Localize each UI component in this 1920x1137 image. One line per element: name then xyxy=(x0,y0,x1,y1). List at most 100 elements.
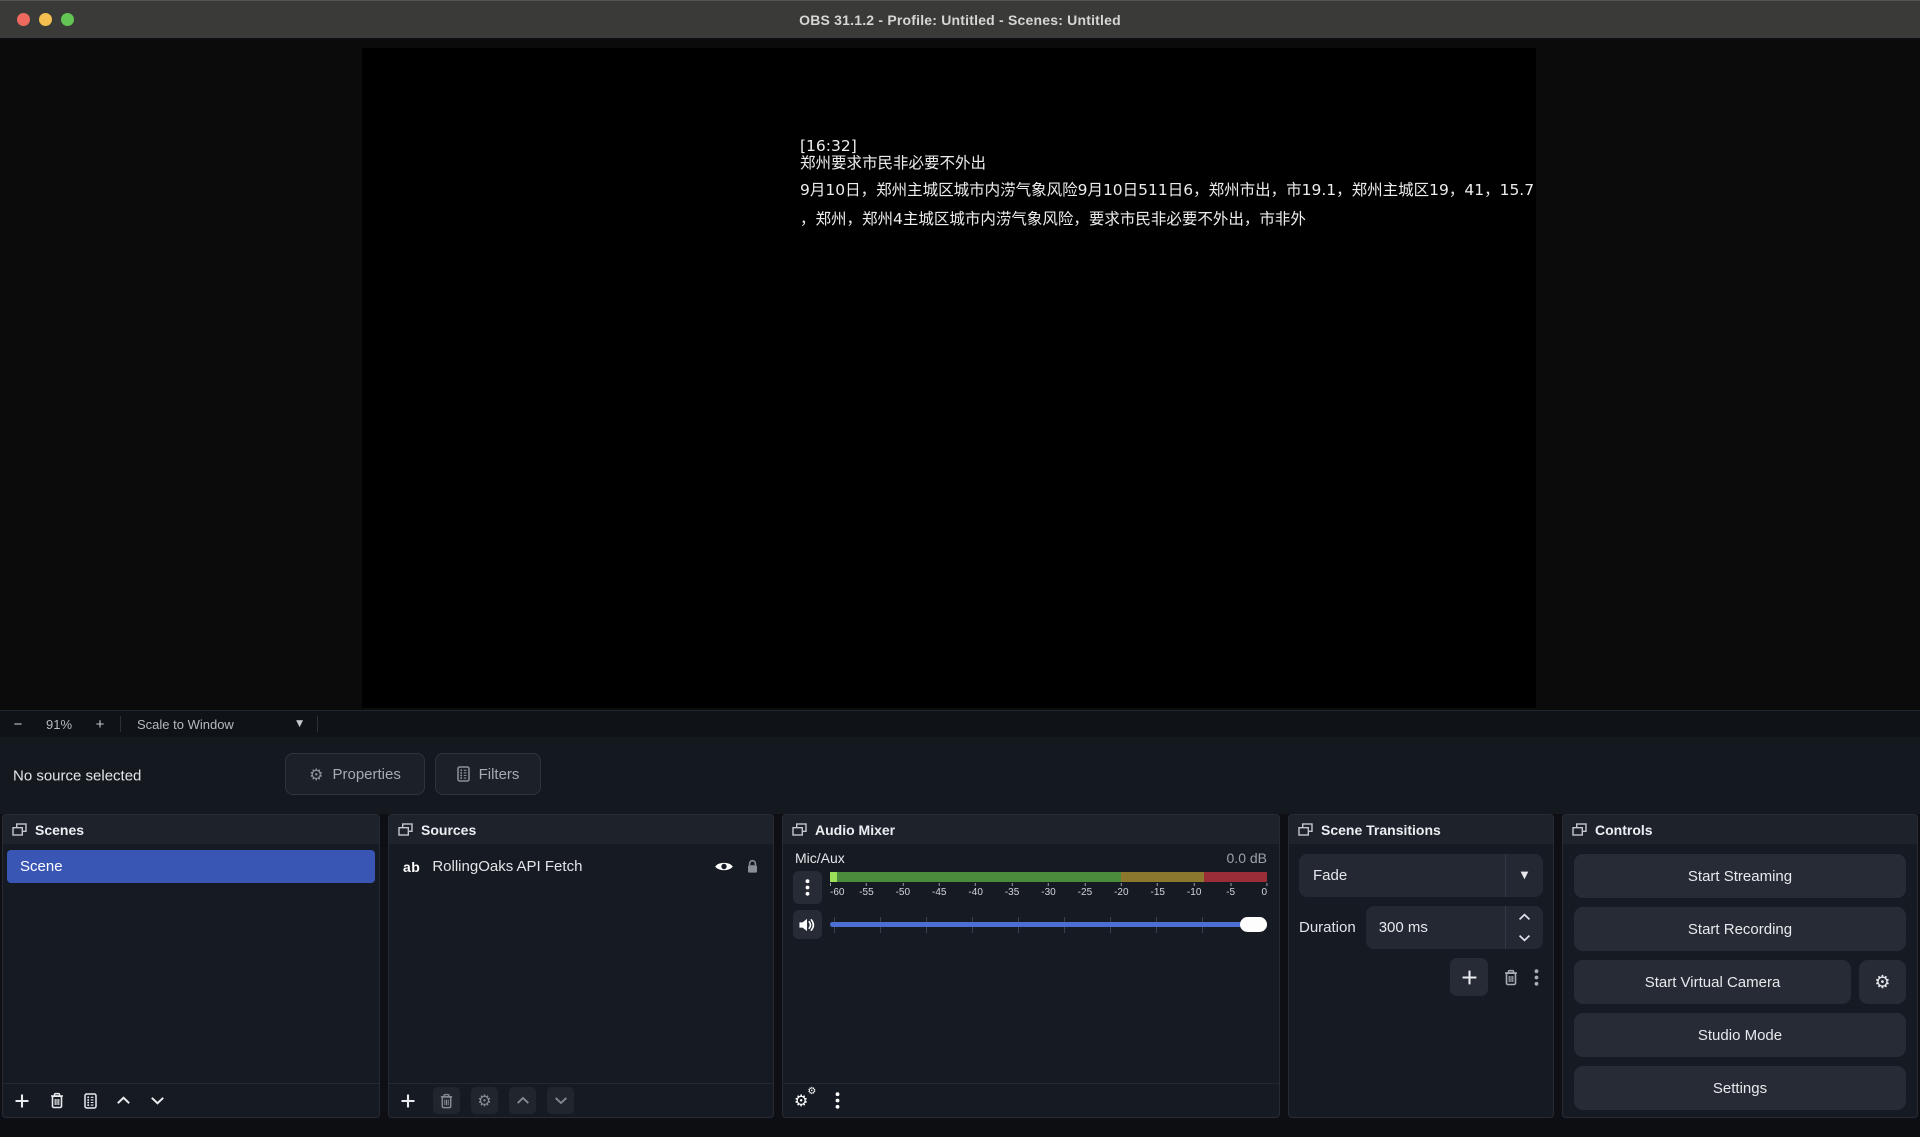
meter-red-segment xyxy=(1204,872,1267,882)
scene-transitions-body: Fade ▼ Duration 300 ms xyxy=(1289,844,1553,1117)
meter-bar xyxy=(830,872,1267,882)
slider-handle[interactable] xyxy=(1240,917,1267,932)
dock-icon xyxy=(792,823,807,836)
source-toolbar: No source selected ⚙ Properties Filters xyxy=(0,737,1920,814)
move-source-up-button[interactable] xyxy=(509,1087,536,1114)
sources-list: ab RollingOaks API Fetch xyxy=(389,844,773,1083)
maximize-button[interactable] xyxy=(61,13,74,26)
transition-dropdown[interactable]: Fade ▼ xyxy=(1299,854,1543,897)
settings-button[interactable]: Settings xyxy=(1574,1066,1906,1110)
audio-mixer-panel-header[interactable]: Audio Mixer xyxy=(783,815,1279,844)
zoom-in-button[interactable]: + xyxy=(82,716,118,733)
filters-button[interactable]: Filters xyxy=(435,753,541,795)
duration-increment-button[interactable] xyxy=(1506,906,1543,928)
start-recording-button[interactable]: Start Recording xyxy=(1574,907,1906,951)
lock-icon[interactable] xyxy=(746,859,759,874)
gear-icon: ⚙ xyxy=(309,765,323,784)
window-title: OBS 31.1.2 - Profile: Untitled - Scenes:… xyxy=(799,12,1121,28)
dock-icon xyxy=(398,823,413,836)
meter-yellow-segment xyxy=(1121,872,1204,882)
slider-track[interactable] xyxy=(830,922,1267,927)
move-scene-down-button[interactable] xyxy=(150,1096,165,1105)
channel-volume-db: 0.0 dB xyxy=(1227,850,1267,866)
dock-icon xyxy=(12,823,27,836)
duration-label: Duration xyxy=(1299,919,1356,936)
move-source-down-button[interactable] xyxy=(547,1087,574,1114)
sources-panel-title: Sources xyxy=(421,822,476,838)
zoom-level: 91% xyxy=(36,717,82,732)
audio-mixer-panel-title: Audio Mixer xyxy=(815,822,895,838)
obs-window: OBS 31.1.2 - Profile: Untitled - Scenes:… xyxy=(0,0,1920,1137)
separator xyxy=(317,716,318,732)
mute-speaker-button[interactable] xyxy=(793,910,822,939)
controls-body: Start Streaming Start Recording Start Vi… xyxy=(1563,844,1917,1117)
chevron-down-icon: ▼ xyxy=(296,719,303,729)
zoom-out-button[interactable]: − xyxy=(0,716,36,733)
scene-item-label: Scene xyxy=(20,858,63,875)
sources-toolbar: ⚙ xyxy=(389,1083,773,1117)
move-scene-up-button[interactable] xyxy=(116,1096,131,1105)
overlay-line: [16:32] xyxy=(800,138,1534,155)
add-source-button[interactable] xyxy=(400,1093,416,1109)
preview-area: [16:32] 郑州要求市民非必要不外出 9月10日，郑州主城区城市内涝气象风险… xyxy=(0,39,1920,710)
scene-transitions-panel-header[interactable]: Scene Transitions xyxy=(1289,815,1553,844)
preview-canvas[interactable]: [16:32] 郑州要求市民非必要不外出 9月10日，郑州主城区城市内涝气象风险… xyxy=(362,48,1536,708)
properties-button[interactable]: ⚙ Properties xyxy=(285,753,425,795)
transition-properties-button[interactable] xyxy=(1534,969,1539,986)
traffic-lights xyxy=(17,1,74,38)
scene-transitions-panel-title: Scene Transitions xyxy=(1321,822,1441,838)
scenes-list: Scene xyxy=(3,844,379,1083)
scene-list-item[interactable]: Scene xyxy=(7,850,375,883)
minimize-button[interactable] xyxy=(39,13,52,26)
scenes-toolbar xyxy=(3,1083,379,1117)
source-properties-gear-button[interactable]: ⚙ xyxy=(471,1087,498,1114)
preview-zoom-bar: − 91% + Scale to Window ▼ xyxy=(0,710,1920,737)
overlay-line: 郑州要求市民非必要不外出 xyxy=(800,155,1534,172)
add-transition-button[interactable] xyxy=(1450,958,1488,996)
separator xyxy=(120,716,121,732)
advanced-audio-gears-icon[interactable]: ⚙⚙ xyxy=(794,1091,808,1110)
virtual-camera-settings-button[interactable]: ⚙ xyxy=(1859,960,1906,1004)
studio-mode-button[interactable]: Studio Mode xyxy=(1574,1013,1906,1057)
scale-mode-dropdown[interactable]: Scale to Window ▼ xyxy=(123,711,315,737)
source-list-item[interactable]: ab RollingOaks API Fetch xyxy=(389,850,773,883)
volume-meter: -60 -55 -50 -45 -40 -35 -30 -25 -20 -15 xyxy=(830,871,1267,904)
duration-decrement-button[interactable] xyxy=(1506,928,1543,950)
volume-slider[interactable] xyxy=(830,917,1267,933)
audio-mixer-panel: Audio Mixer Mic/Aux 0.0 dB xyxy=(782,814,1280,1118)
scenes-panel-header[interactable]: Scenes xyxy=(3,815,379,844)
text-source-icon: ab xyxy=(403,859,420,875)
gear-icon: ⚙ xyxy=(1874,972,1890,993)
remove-scene-button[interactable] xyxy=(49,1092,65,1109)
visibility-eye-icon[interactable] xyxy=(714,860,734,873)
sources-panel-header[interactable]: Sources xyxy=(389,815,773,844)
start-streaming-button[interactable]: Start Streaming xyxy=(1574,854,1906,898)
channel-menu-button[interactable] xyxy=(793,871,822,904)
no-source-status: No source selected xyxy=(13,767,141,784)
properties-label: Properties xyxy=(332,766,400,783)
duration-spinbox[interactable]: 300 ms xyxy=(1366,906,1543,949)
mixer-menu-button[interactable] xyxy=(835,1092,840,1109)
filter-icon xyxy=(457,766,470,782)
chevron-down-icon: ▼ xyxy=(1505,854,1543,897)
remove-transition-button[interactable] xyxy=(1503,969,1519,986)
controls-panel-title: Controls xyxy=(1595,822,1653,838)
sources-panel: Sources ab RollingOaks API Fetch xyxy=(388,814,774,1118)
meter-scale: -60 -55 -50 -45 -40 -35 -30 -25 -20 -15 xyxy=(830,883,1267,900)
start-virtual-camera-button[interactable]: Start Virtual Camera xyxy=(1574,960,1851,1004)
controls-panel-header[interactable]: Controls xyxy=(1563,815,1917,844)
filters-label: Filters xyxy=(479,766,520,783)
meter-green-segment xyxy=(837,872,1121,882)
status-bar xyxy=(0,1120,1920,1137)
remove-source-button[interactable] xyxy=(433,1087,460,1114)
scene-transitions-panel: Scene Transitions Fade ▼ Duration 300 ms xyxy=(1288,814,1554,1118)
overlay-line: 9月10日，郑州主城区城市内涝气象风险9月10日511日6，郑州市出，市19.1… xyxy=(800,176,1534,205)
scenes-panel: Scenes Scene xyxy=(2,814,380,1118)
text-source-overlay: [16:32] 郑州要求市民非必要不外出 9月10日，郑州主城区城市内涝气象风险… xyxy=(800,138,1534,234)
duration-value[interactable]: 300 ms xyxy=(1366,906,1505,949)
channel-name: Mic/Aux xyxy=(795,850,845,866)
controls-panel: Controls Start Streaming Start Recording… xyxy=(1562,814,1918,1118)
add-scene-button[interactable] xyxy=(14,1093,30,1109)
scene-filters-button[interactable] xyxy=(84,1093,97,1109)
close-button[interactable] xyxy=(17,13,30,26)
